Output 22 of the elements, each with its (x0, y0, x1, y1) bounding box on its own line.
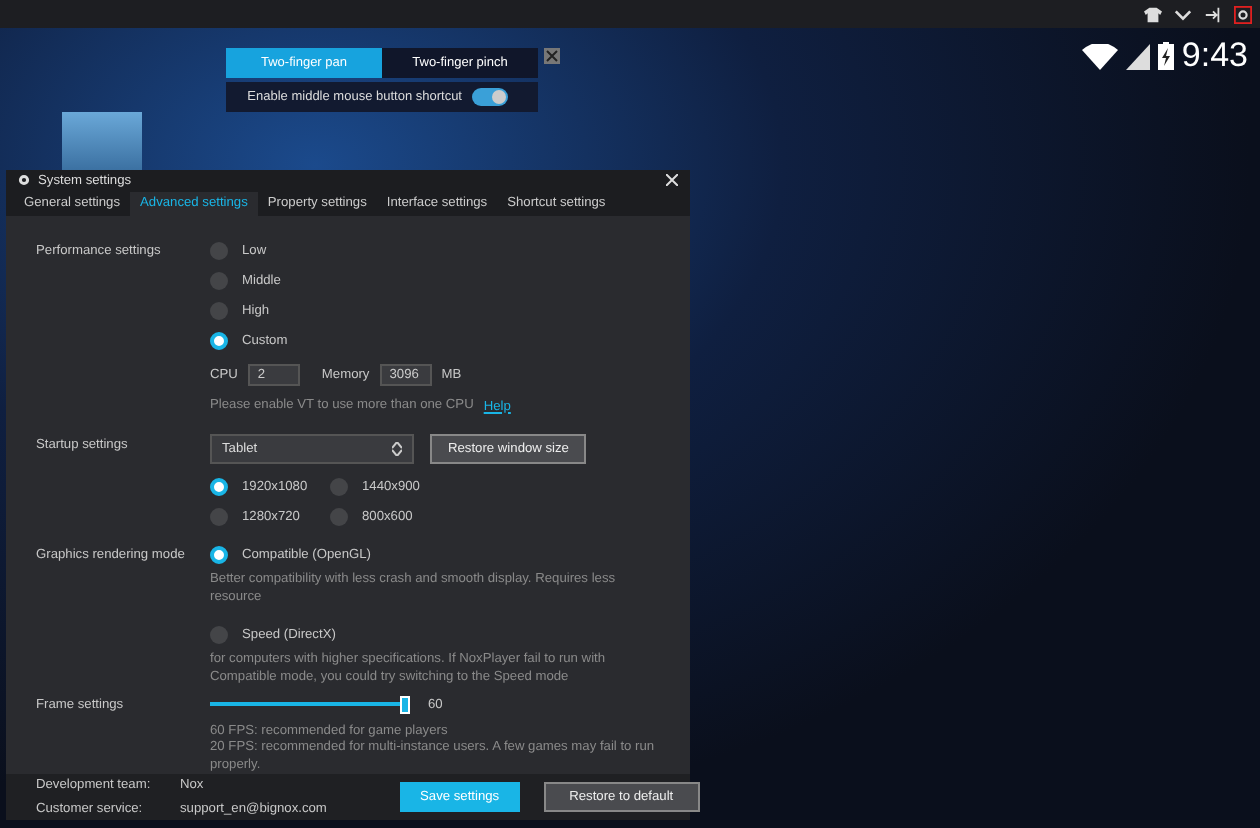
radio-button[interactable] (210, 331, 228, 350)
exit-arrow-icon[interactable] (1204, 5, 1222, 23)
settings-icon[interactable] (1234, 5, 1252, 23)
shortcut-toggle[interactable] (472, 88, 508, 106)
radio-button[interactable] (210, 478, 228, 497)
app-icon-placeholder[interactable] (62, 112, 142, 172)
radio-button[interactable] (210, 546, 228, 565)
settings-icon (18, 174, 30, 187)
radio-button[interactable] (210, 271, 228, 290)
radio-button[interactable] (210, 301, 228, 320)
chevron-down-icon[interactable] (1174, 5, 1192, 23)
radio-button[interactable] (330, 508, 348, 527)
signal-icon (1125, 43, 1150, 69)
radio-button[interactable] (210, 241, 228, 260)
radio-button[interactable] (210, 508, 228, 527)
radio-button[interactable] (210, 626, 228, 645)
radio-button[interactable] (330, 478, 348, 497)
shirt-icon[interactable] (1144, 5, 1162, 23)
clock-time: 9:43 (1181, 36, 1248, 76)
wifi-icon (1081, 43, 1118, 69)
battery-icon (1157, 42, 1174, 70)
up-down-caret-icon (392, 442, 402, 457)
